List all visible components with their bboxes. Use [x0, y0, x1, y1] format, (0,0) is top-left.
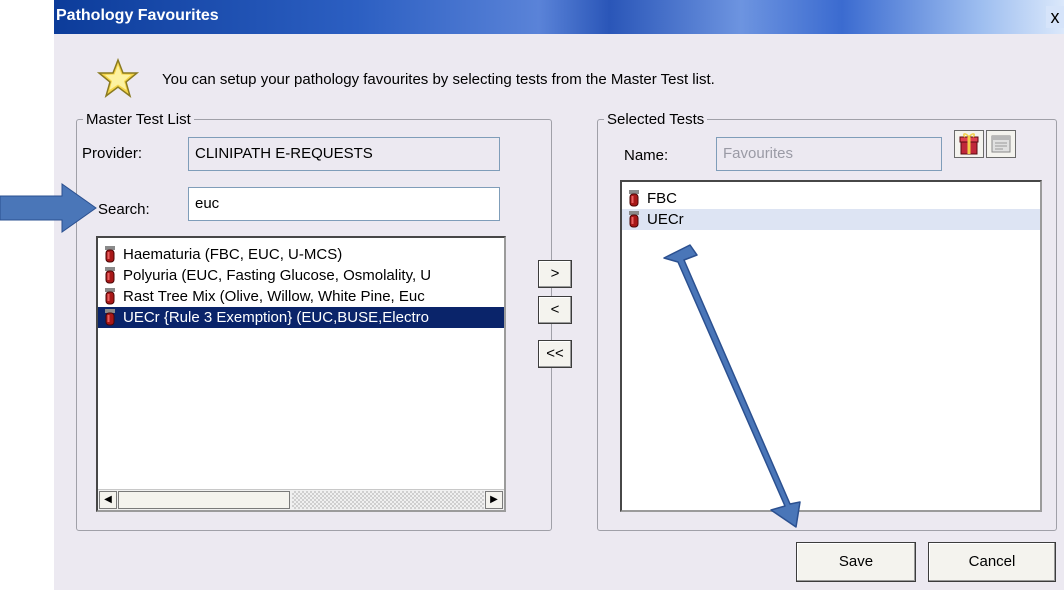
master-test-item-label: Rast Tree Mix (Olive, Willow, White Pine…	[123, 288, 425, 305]
test-tube-icon	[105, 245, 115, 262]
add-test-button[interactable]: >	[538, 260, 572, 288]
close-button[interactable]: x	[1046, 6, 1064, 28]
master-test-item[interactable]: UECr {Rule 3 Exemption} (EUC,BUSE,Electr…	[98, 307, 504, 328]
remove-all-tests-button[interactable]: <<	[538, 340, 572, 368]
test-tube-icon	[629, 210, 639, 227]
gift-icon	[959, 133, 979, 155]
properties-icon	[991, 135, 1011, 153]
selected-test-item-label: UECr	[647, 211, 684, 228]
master-test-item[interactable]: Haematuria (FBC, EUC, U-MCS)	[98, 244, 504, 265]
test-tube-icon	[105, 287, 115, 304]
master-test-item-label: UECr {Rule 3 Exemption} (EUC,BUSE,Electr…	[123, 309, 429, 326]
selected-test-item[interactable]: UECr	[622, 209, 1040, 230]
test-tube-icon	[105, 308, 115, 325]
master-test-item[interactable]: Polyuria (EUC, Fasting Glucose, Osmolali…	[98, 265, 504, 286]
scroll-left-arrow-icon[interactable]: ◀	[99, 491, 117, 509]
test-tube-icon	[629, 189, 639, 206]
new-favourite-button[interactable]	[954, 130, 984, 158]
pathology-favourites-window: Pathology Favourites x You can setup you…	[54, 0, 1064, 590]
master-test-listbox[interactable]: Haematuria (FBC, EUC, U-MCS) Polyuria (EU…	[96, 236, 506, 512]
provider-label: Provider:	[82, 145, 143, 162]
selected-test-item[interactable]: FBC	[622, 188, 1040, 209]
title-bar: Pathology Favourites x	[54, 0, 1064, 34]
test-tube-icon	[105, 266, 115, 283]
master-test-list-legend: Master Test List	[86, 111, 191, 128]
search-label: Search:	[98, 201, 150, 218]
provider-field: CLINIPATH E-REQUESTS	[188, 137, 500, 171]
intro-text: You can setup your pathology favourites …	[162, 71, 715, 88]
save-button[interactable]: Save	[796, 542, 916, 582]
selected-test-item-label: FBC	[647, 190, 677, 207]
horizontal-scrollbar[interactable]: ◀ ▶	[98, 489, 504, 510]
scrollbar-thumb[interactable]	[118, 491, 290, 509]
selected-tests-listbox[interactable]: FBC UECr	[620, 180, 1042, 512]
scroll-right-arrow-icon[interactable]: ▶	[485, 491, 503, 509]
properties-button[interactable]	[986, 130, 1016, 158]
master-test-item[interactable]: Rast Tree Mix (Olive, Willow, White Pine…	[98, 286, 504, 307]
cancel-button[interactable]: Cancel	[928, 542, 1056, 582]
star-icon	[96, 58, 140, 98]
favourites-name-field[interactable]: Favourites	[716, 137, 942, 171]
name-label: Name:	[624, 147, 669, 164]
scrollbar-track[interactable]	[292, 491, 484, 509]
master-test-item-label: Haematuria (FBC, EUC, U-MCS)	[123, 246, 343, 263]
window-title: Pathology Favourites	[56, 7, 219, 24]
search-input[interactable]: euc	[188, 187, 500, 221]
selected-tests-legend: Selected Tests	[607, 111, 705, 128]
remove-test-button[interactable]: <	[538, 296, 572, 324]
master-test-item-label: Polyuria (EUC, Fasting Glucose, Osmolali…	[123, 267, 432, 284]
